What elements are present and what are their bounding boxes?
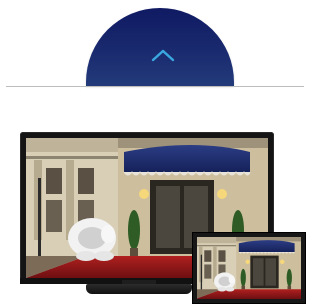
second-screen-display xyxy=(197,237,301,299)
divider xyxy=(6,86,304,87)
tv-stand xyxy=(86,284,192,294)
mirrored-scene-image xyxy=(197,237,301,299)
collapse-tab-button[interactable] xyxy=(86,8,234,86)
second-screen-image xyxy=(192,232,306,304)
chevron-up-icon xyxy=(151,49,175,62)
